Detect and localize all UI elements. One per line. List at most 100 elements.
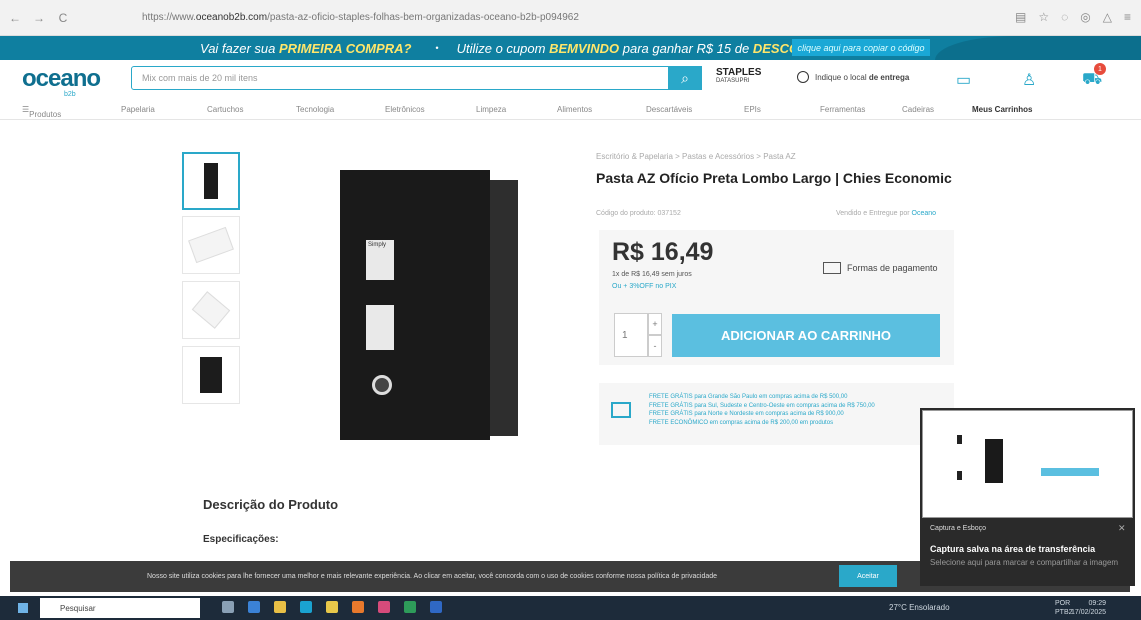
cart-count-badge: 1: [1094, 63, 1106, 75]
nav-products[interactable]: ☰ Produtos: [22, 105, 61, 119]
edge-icon[interactable]: [248, 601, 260, 613]
spine-label-lower: [366, 305, 394, 350]
windows-start-icon[interactable]: [18, 603, 28, 613]
promo-decoration: [935, 36, 1141, 60]
promo-text-2: Utilize o cupom BEMVINDO para ganhar R$ …: [456, 40, 827, 56]
app-icon[interactable]: [378, 601, 390, 613]
folder-thumb-icon: [191, 291, 231, 329]
word-icon[interactable]: [430, 601, 442, 613]
staples-logo[interactable]: STAPLES DATASUPRI: [716, 67, 761, 84]
toast-title: Captura salva na área de transferência: [930, 544, 1096, 554]
copy-coupon-button[interactable]: clique aqui para copiar o código: [792, 39, 930, 56]
product-title: Pasta AZ Ofício Preta Lombo Largo | Chie…: [596, 170, 952, 186]
finger-hole: [372, 375, 392, 395]
weather-widget[interactable]: 27°C Ensolarado: [889, 603, 950, 612]
url-path: /pasta-az-oficio-staples-folhas-bem-orga…: [267, 12, 579, 23]
payment-methods-link[interactable]: Formas de pagamento: [823, 262, 938, 274]
location-pin-icon: [797, 71, 809, 83]
nav-alimentos[interactable]: Alimentos: [557, 105, 592, 114]
chat-icon[interactable]: ▭: [956, 70, 971, 90]
qty-minus-icon[interactable]: -: [648, 335, 662, 357]
seller-info: Vendido e Entregue por Oceano: [836, 210, 937, 217]
product-thumbnail[interactable]: [182, 216, 240, 274]
cookie-text: Nosso site utiliza cookies para lhe forn…: [147, 573, 718, 580]
shield-icon[interactable]: ◌: [1061, 10, 1068, 24]
binder-thumb-icon: [200, 357, 222, 393]
nav-descartaveis[interactable]: Descartáveis: [646, 105, 692, 114]
add-to-cart-button[interactable]: ADICIONAR AO CARRINHO: [672, 314, 940, 357]
product-thumbnail[interactable]: [182, 346, 240, 404]
extensions-icon[interactable]: ◎: [1080, 10, 1090, 24]
snip-notification[interactable]: Captura e Esboço ✕ Captura salva na área…: [920, 408, 1135, 586]
site-header: oceano b2b Mix com mais de 20 mil itens …: [0, 60, 1141, 100]
binder-thumb-icon: [204, 163, 218, 199]
nav-limpeza[interactable]: Limpeza: [476, 105, 506, 114]
search-input[interactable]: Mix com mais de 20 mil itens: [131, 66, 702, 90]
language-indicator[interactable]: POR PTB2: [1055, 599, 1073, 617]
toast-app-name: Captura e Esboço: [930, 525, 987, 532]
qty-plus-icon[interactable]: +: [648, 313, 662, 335]
nav-my-carts[interactable]: Meus Carrinhos: [972, 105, 1032, 114]
accept-cookies-button[interactable]: Aceitar: [839, 565, 897, 587]
screenshot-preview[interactable]: [922, 410, 1133, 518]
category-nav: ☰ Produtos Papelaria Cartuchos Tecnologi…: [0, 100, 1141, 120]
clock[interactable]: 09:29 17/02/2025: [1071, 599, 1106, 617]
search-icon[interactable]: ⌕: [668, 66, 702, 90]
app-icon[interactable]: [300, 601, 312, 613]
firefox-icon[interactable]: [352, 601, 364, 613]
credit-card-icon: [823, 262, 841, 274]
quantity-input[interactable]: 1: [614, 313, 648, 357]
product-code: Código do produto: 037152: [596, 210, 681, 217]
account-icon[interactable]: △: [1103, 10, 1112, 24]
excel-icon[interactable]: [404, 601, 416, 613]
nav-tecnologia[interactable]: Tecnologia: [296, 105, 334, 114]
close-icon[interactable]: ✕: [1118, 523, 1126, 534]
nav-papelaria[interactable]: Papelaria: [121, 105, 155, 114]
bookmark-icon[interactable]: ☆: [1038, 10, 1049, 24]
binder-front: Simply: [340, 170, 490, 440]
nav-eletronicos[interactable]: Eletrônicos: [385, 105, 425, 114]
product-thumbnail[interactable]: [182, 281, 240, 339]
reload-icon[interactable]: C: [54, 11, 72, 25]
logo-sub: b2b: [64, 91, 76, 98]
breadcrumb[interactable]: Escritório & Papelaria > Pastas e Acessó…: [596, 152, 796, 161]
promo-banner: Vai fazer sua PRIMEIRA COMPRA? • Utilize…: [0, 36, 1141, 60]
shipping-line: FRETE GRÁTIS para Grande São Paulo em co…: [649, 394, 848, 400]
chrome-icon[interactable]: [326, 601, 338, 613]
truck-icon: [611, 402, 631, 418]
user-icon[interactable]: ♙: [1022, 70, 1036, 90]
toast-body: Selecione aqui para marcar e compartilha…: [930, 558, 1119, 567]
pix-discount: Ou + 3%OFF no PIX: [612, 283, 677, 290]
address-bar[interactable]: https://www. oceanob2b.com/pasta-az-ofici…: [142, 7, 902, 29]
nav-cadeiras[interactable]: Cadeiras: [902, 105, 934, 114]
specs-heading: Especificações:: [203, 534, 279, 545]
explorer-icon[interactable]: [274, 601, 286, 613]
forward-icon[interactable]: →: [30, 11, 48, 25]
spine-label: Simply: [366, 240, 394, 280]
binder-side: [490, 180, 518, 436]
product-main-image[interactable]: Simply: [320, 150, 520, 450]
shipping-line: FRETE GRÁTIS para Norte e Nordeste em co…: [649, 411, 844, 418]
shipping-line: FRETE GRÁTIS para Sul, Sudeste e Centro-…: [649, 402, 875, 409]
nav-cartuchos[interactable]: Cartuchos: [207, 105, 243, 114]
url-host: oceanob2b.com: [195, 12, 268, 23]
nav-ferramentas[interactable]: Ferramentas: [820, 105, 865, 114]
product-thumbnail[interactable]: [182, 152, 240, 210]
taskbar-search[interactable]: Pesquisar: [40, 598, 200, 618]
back-icon[interactable]: ←: [6, 11, 24, 25]
shipping-info: FRETE GRÁTIS para Grande São Paulo em co…: [599, 383, 954, 445]
delivery-location[interactable]: Indique o local de entrega: [797, 71, 909, 83]
reader-icon[interactable]: ▤: [1015, 10, 1026, 24]
taskbar: Pesquisar 27°C Ensolarado POR PTB2 09:29 1…: [0, 596, 1141, 620]
description-heading: Descrição do Produto: [203, 497, 339, 512]
menu-icon[interactable]: ≡: [1124, 10, 1131, 24]
nav-epis[interactable]: EPIs: [744, 105, 761, 114]
price: R$ 16,49: [612, 238, 714, 266]
taskview-icon[interactable]: [222, 601, 234, 613]
installments: 1x de R$ 16,49 sem juros: [612, 271, 692, 278]
folder-thumb-icon: [188, 226, 234, 264]
logo[interactable]: oceano: [22, 65, 101, 93]
promo-text-1: Vai fazer sua PRIMEIRA COMPRA?: [200, 40, 412, 56]
url-prefix: https://www.: [142, 12, 196, 23]
shipping-line: FRETE ECONÔMICO em compras acima de R$ 2…: [649, 419, 834, 426]
